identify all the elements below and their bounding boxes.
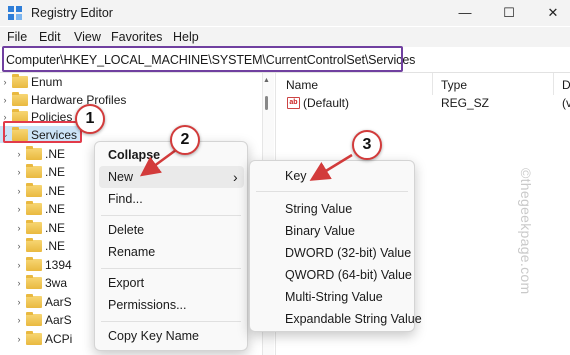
arrow-to-new — [139, 148, 177, 177]
step-badge-1: 1 — [75, 104, 105, 134]
step-badge-2: 2 — [170, 125, 200, 155]
step-badge-3: 3 — [352, 130, 382, 160]
annotation-arrows — [139, 148, 353, 181]
arrow-to-key — [309, 153, 353, 181]
watermark: ©thegeekpage.com — [518, 168, 534, 295]
